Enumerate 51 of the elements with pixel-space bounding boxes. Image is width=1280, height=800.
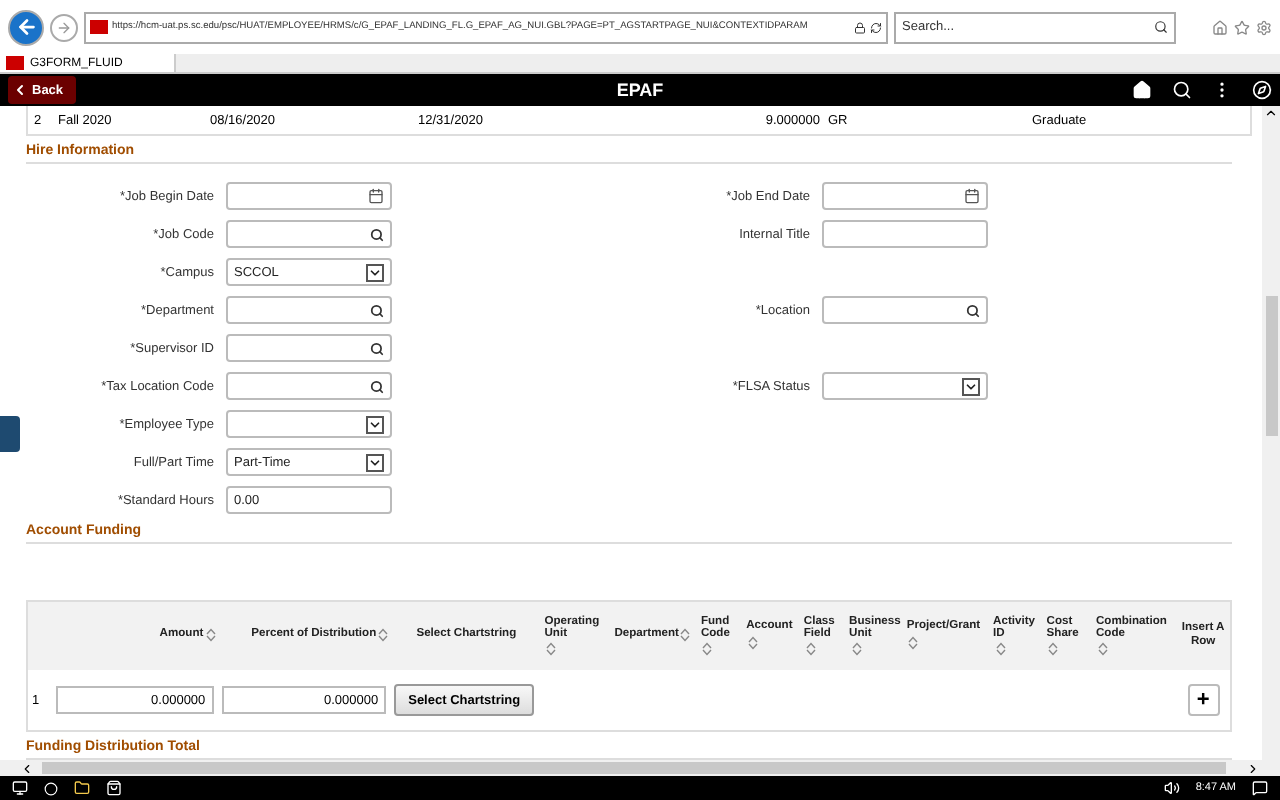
- sort-icon[interactable]: [680, 628, 691, 643]
- notifications-icon[interactable]: [1252, 780, 1268, 796]
- refresh-icon[interactable]: [870, 21, 882, 33]
- sort-icon[interactable]: [995, 641, 1006, 656]
- chevron-left-icon: [12, 82, 28, 98]
- chevron-right-icon[interactable]: [1246, 761, 1260, 775]
- input-field[interactable]: [822, 296, 988, 324]
- site-icon: [6, 56, 24, 70]
- input-field[interactable]: [822, 220, 988, 248]
- sort-icon[interactable]: [546, 641, 557, 656]
- store-icon[interactable]: [106, 780, 122, 796]
- sort-icon[interactable]: [908, 635, 919, 650]
- sort-icon[interactable]: [702, 641, 713, 656]
- dropdown-arrow-icon[interactable]: [366, 415, 384, 433]
- horizontal-scrollbar[interactable]: [0, 760, 1280, 776]
- input-field[interactable]: [226, 182, 392, 210]
- sort-icon[interactable]: [1048, 641, 1059, 656]
- input-field[interactable]: [226, 334, 392, 362]
- input-field[interactable]: [226, 296, 392, 324]
- sort-icon[interactable]: [378, 628, 389, 643]
- dropdown-arrow-icon[interactable]: [366, 453, 384, 471]
- side-panel-handle[interactable]: [0, 416, 20, 452]
- volume-icon[interactable]: [1163, 780, 1180, 796]
- folder-icon[interactable]: [74, 780, 90, 796]
- sort-icon[interactable]: [805, 641, 816, 656]
- lock-icon: [854, 21, 866, 33]
- site-icon: [90, 20, 108, 34]
- compass-icon[interactable]: [1252, 80, 1272, 100]
- input-field[interactable]: [822, 182, 988, 210]
- page-title: EPAF: [616, 80, 664, 100]
- input-field[interactable]: [226, 220, 392, 248]
- dropdown-arrow-icon[interactable]: [962, 377, 980, 395]
- input-field[interactable]: [226, 372, 392, 400]
- sort-icon[interactable]: [205, 628, 216, 643]
- sort-icon[interactable]: [748, 635, 759, 650]
- sort-icon[interactable]: [851, 641, 862, 656]
- arrow-right-icon: [56, 19, 72, 35]
- sort-icon[interactable]: [1097, 641, 1108, 656]
- dropdown-field[interactable]: [226, 410, 392, 438]
- back-button[interactable]: [8, 9, 44, 45]
- arrow-left-icon: [15, 16, 37, 38]
- chevron-up-icon[interactable]: [1264, 106, 1278, 120]
- star-icon[interactable]: [1234, 19, 1250, 35]
- calendar-icon[interactable]: [368, 188, 384, 204]
- insert-row-button[interactable]: +: [1187, 684, 1220, 716]
- dropdown-arrow-icon[interactable]: [366, 263, 384, 281]
- chevron-left-icon[interactable]: [20, 761, 34, 775]
- calendar-icon[interactable]: [964, 188, 980, 204]
- vertical-scrollbar[interactable]: [1262, 106, 1280, 760]
- dropdown-field[interactable]: [822, 372, 988, 400]
- settings-icon[interactable]: [1256, 19, 1272, 35]
